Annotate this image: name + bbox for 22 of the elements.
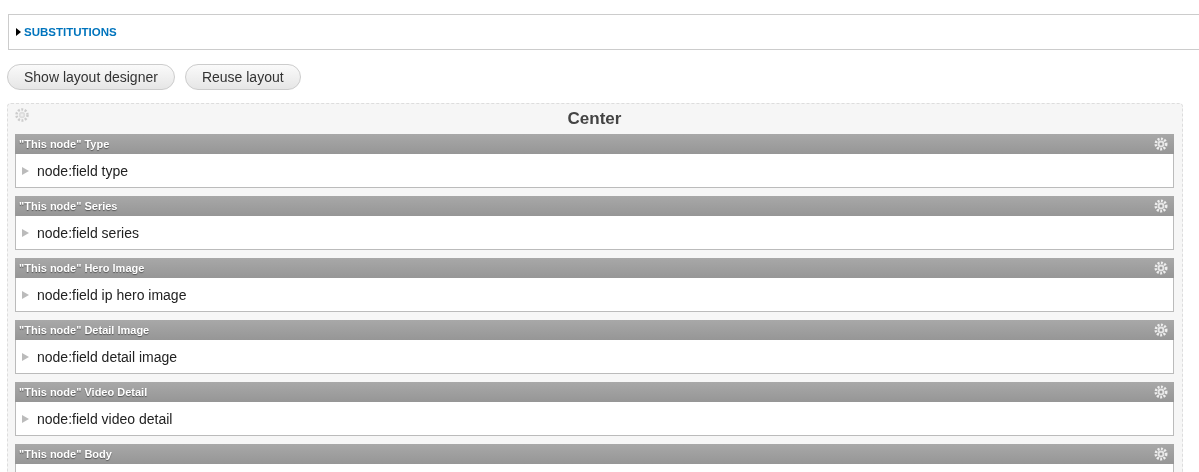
expand-icon[interactable] bbox=[22, 166, 29, 175]
pane-content: node:field type bbox=[37, 162, 129, 179]
region-title: Center bbox=[567, 109, 622, 129]
substitutions-toggle[interactable]: SUBSTITUTIONS bbox=[16, 26, 117, 38]
pane-title: "This node" Body bbox=[19, 448, 112, 460]
layout-button[interactable]: Reuse layout bbox=[184, 64, 301, 90]
pane-content: node:field detail image bbox=[37, 348, 178, 365]
pane-title: "This node" Detail Image bbox=[19, 324, 150, 336]
pane-title: "This node" Video Detail bbox=[19, 386, 148, 398]
pane-title: "This node" Series bbox=[19, 200, 118, 212]
expand-icon[interactable] bbox=[22, 414, 29, 423]
layout-button[interactable]: Show layout designer bbox=[7, 64, 175, 90]
caret-icon bbox=[16, 28, 21, 36]
settings-icon[interactable] bbox=[15, 108, 29, 122]
pane-content: node:field ip hero image bbox=[37, 286, 187, 303]
pane-content: node:field series bbox=[37, 224, 139, 241]
expand-icon[interactable] bbox=[22, 290, 29, 299]
expand-icon[interactable] bbox=[22, 228, 29, 237]
pane-title: "This node" Hero Image bbox=[19, 262, 145, 274]
expand-icon[interactable] bbox=[22, 352, 29, 361]
pane-content: node:field video detail bbox=[37, 410, 173, 427]
pane-title: "This node" Type bbox=[19, 138, 110, 150]
